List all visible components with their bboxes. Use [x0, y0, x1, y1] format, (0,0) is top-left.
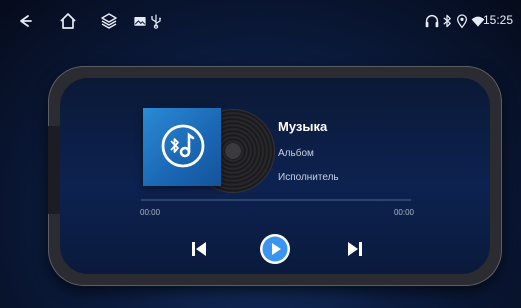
play-button[interactable]: [259, 233, 291, 265]
clock: 15:25: [482, 13, 513, 27]
total-time: 00:00: [393, 208, 414, 217]
elapsed-time: 00:00: [140, 208, 161, 217]
music-player: Музыка Альбом Исполнитель 00:00 00:00: [60, 78, 490, 274]
phone-frame: Музыка Альбом Исполнитель 00:00 00:00: [48, 66, 502, 286]
back-icon[interactable]: [16, 11, 36, 31]
progress-bar[interactable]: [141, 199, 411, 201]
skip-next-icon: [348, 242, 362, 256]
next-track-button[interactable]: [342, 236, 368, 262]
bluetooth-music-icon: [161, 124, 205, 168]
track-title: Музыка: [278, 119, 328, 134]
layers-icon[interactable]: [99, 11, 119, 31]
artist-name: Исполнитель: [278, 172, 339, 183]
skip-previous-icon: [192, 242, 206, 256]
location-icon: [454, 11, 470, 31]
bluetooth-icon: [439, 11, 455, 31]
album-name: Альбом: [278, 148, 314, 159]
usb-icon: [148, 11, 164, 31]
play-icon: [260, 234, 290, 264]
home-icon[interactable]: [58, 11, 78, 31]
image-icon: [132, 11, 148, 31]
status-bar: 15:25: [0, 0, 521, 40]
previous-track-button[interactable]: [186, 236, 212, 262]
album-cover: [143, 108, 221, 186]
